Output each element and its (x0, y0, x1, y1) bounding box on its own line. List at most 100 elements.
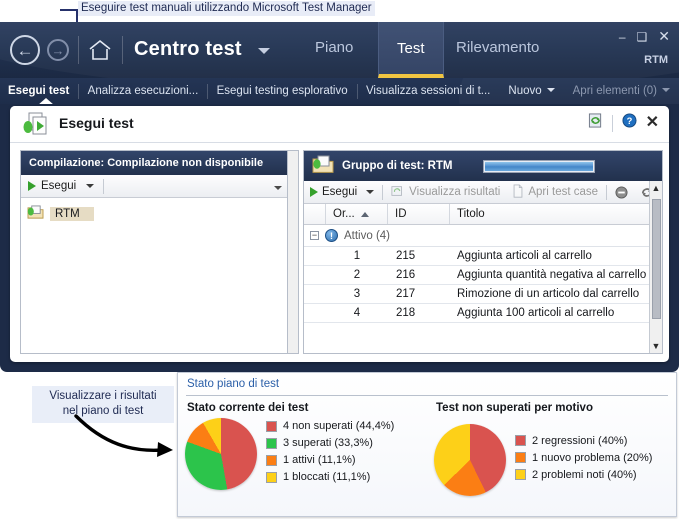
row-spacer (304, 304, 326, 322)
close-icon[interactable]: ✕ (646, 115, 659, 131)
column-header-order-label: Or... (333, 208, 355, 220)
test-plan-status-card: Stato piano di test Stato corrente dei t… (177, 372, 677, 517)
legend-label: 1 bloccati (11,1%) (283, 471, 371, 483)
table-row[interactable]: 3 217 Rimozione di un articolo dal carrell… (304, 285, 662, 304)
legend-label: 2 regressioni (40%) (532, 434, 628, 447)
menu-item-nuovo[interactable]: Nuovo (499, 85, 563, 97)
menu-item-analizza-esecuzioni[interactable]: Analizza esecuzioni... (79, 85, 208, 97)
panel-header-tools: ? ✕ (588, 113, 659, 133)
progress-bar (482, 159, 595, 173)
open-testcase-button[interactable]: Apri test case (506, 183, 604, 201)
chart-failed-by-reason: Test non superati per motivo 2 regressio… (427, 402, 676, 496)
legend-swatch (515, 435, 526, 446)
menu-item-apri-elementi-label: Apri elementi (0) (572, 85, 658, 97)
table-row[interactable]: 2 216 Aggiunta quantità negativa al carrel… (304, 266, 662, 285)
legend-label: 4 non superati (44,4%) (283, 420, 395, 432)
legend-item: 3 superati (33,3%) (266, 437, 394, 449)
panel-header: Esegui test ? ✕ (10, 106, 669, 143)
minimize-button[interactable]: – (619, 30, 626, 44)
nav-tab-piano[interactable]: Piano (307, 39, 361, 56)
build-pane-toolbar: Esegui (21, 175, 287, 198)
view-results-button[interactable]: Visualizza risultati (385, 184, 506, 201)
divider (606, 184, 608, 200)
run-button[interactable]: Esegui (21, 180, 101, 192)
pie-chart (434, 424, 506, 496)
cell-id: 218 (396, 307, 416, 319)
cell-order: 3 (353, 288, 361, 300)
test-list-scrollbar[interactable]: ▲ ▼ (649, 181, 662, 353)
grid-header: Or... ID Titolo (304, 204, 662, 225)
help-icon[interactable]: ? (622, 113, 637, 133)
legend-label: 2 problemi noti (40%) (532, 468, 637, 481)
legend-item: 4 non superati (44,4%) (266, 420, 394, 432)
svg-text:?: ? (626, 116, 632, 126)
nav-tab-rilevamento[interactable]: Rilevamento (448, 39, 547, 56)
chart-title: Stato corrente dei test (187, 402, 309, 414)
scroll-up-icon[interactable]: ▲ (652, 181, 661, 195)
legend-swatch (515, 469, 526, 480)
test-group-header: Gruppo di test: RTM (304, 151, 662, 181)
menu-item-esegui-test[interactable]: Esegui test (0, 85, 78, 97)
back-arrow-icon[interactable]: ← (10, 35, 40, 65)
close-button[interactable]: ✕ (658, 28, 670, 45)
divider (382, 184, 384, 200)
maximize-button[interactable]: ❑ (637, 30, 648, 44)
chevron-down-icon (662, 88, 671, 92)
menu-item-esegui-testing-esplorativo[interactable]: Esegui testing esplorativo (208, 85, 357, 97)
menu-item-visualizza-sessioni[interactable]: Visualizza sessioni di t... (357, 85, 499, 97)
divider (611, 114, 613, 132)
column-header-id[interactable]: ID (388, 204, 450, 224)
test-rows: 1 215 Aggiunta articoli al carrello 2 216 Agg… (304, 247, 662, 323)
home-icon[interactable] (88, 39, 112, 61)
test-group-toolbar: Esegui Visualizza risultati Apri test ca… (304, 181, 662, 204)
run-button[interactable]: Esegui (304, 186, 380, 198)
tree-item-rtm[interactable]: RTM (27, 205, 287, 223)
run-tests-panel: Esegui test ? ✕ Compilazione: Compilazio… (10, 106, 669, 362)
page-title: Centro test (134, 38, 242, 60)
build-pane-header: Compilazione: Compilazione non disponibi… (21, 151, 287, 175)
left-pane-scrollbar[interactable] (288, 150, 299, 354)
play-icon (310, 187, 318, 197)
chart-title: Test non superati per motivo (436, 402, 593, 414)
nav-tab-test[interactable]: Test (378, 22, 444, 78)
group-row-label: Attivo (4) (344, 229, 391, 242)
chart-legend: 4 non superati (44,4%) 3 superati (33,3%)… (266, 420, 394, 488)
build-pane: Compilazione: Compilazione non disponibi… (20, 150, 288, 354)
scroll-down-icon[interactable]: ▼ (652, 339, 661, 353)
row-spacer (304, 285, 326, 303)
card-title: Stato piano di test (187, 378, 280, 390)
table-row[interactable]: 1 215 Aggiunta articoli al carrello (304, 247, 662, 266)
callout-top-label: Eseguire test manuali utilizzando Micros… (78, 1, 375, 16)
test-suite-icon (312, 155, 334, 178)
menu-item-apri-elementi[interactable]: Apri elementi (0) (564, 85, 679, 97)
title-bar: ← → Centro test Piano Test Rilevamento –… (0, 22, 679, 78)
forward-arrow-icon[interactable]: → (47, 39, 69, 61)
legend-label: 3 superati (33,3%) (283, 437, 373, 449)
grid-header-spacer (304, 204, 326, 224)
column-header-titolo[interactable]: Titolo (450, 204, 662, 224)
menu-strip: Esegui test Analizza esecuzioni... Esegu… (0, 78, 679, 104)
group-row-attivo[interactable]: − ! Attivo (4) (304, 225, 662, 247)
divider (103, 178, 105, 194)
run-button-label: Esegui (41, 180, 77, 192)
legend-swatch (515, 452, 526, 463)
refresh-icon[interactable] (588, 113, 603, 133)
cell-order: 1 (353, 250, 361, 262)
legend-swatch (266, 471, 277, 483)
block-icon[interactable] (609, 185, 634, 199)
table-row[interactable]: 4 218 Aggiunta 100 articoli al carrello (304, 304, 662, 323)
legend-item: 1 bloccati (11,1%) (266, 471, 394, 483)
cell-order: 4 (353, 307, 361, 319)
view-results-label: Visualizza risultati (409, 186, 501, 198)
pie-chart (185, 418, 257, 490)
menu-item-nuovo-label: Nuovo (508, 85, 542, 97)
chevron-down-icon[interactable] (258, 48, 270, 54)
divider (78, 36, 79, 64)
cell-id: 217 (396, 288, 416, 300)
cell-title: Aggiunta articoli al carrello (457, 250, 592, 262)
scrollbar-thumb[interactable] (652, 199, 661, 319)
collapse-icon[interactable]: − (310, 231, 319, 240)
overflow-chevron-icon[interactable] (274, 186, 282, 190)
column-header-order[interactable]: Or... (326, 204, 388, 224)
open-testcase-icon (512, 183, 524, 201)
